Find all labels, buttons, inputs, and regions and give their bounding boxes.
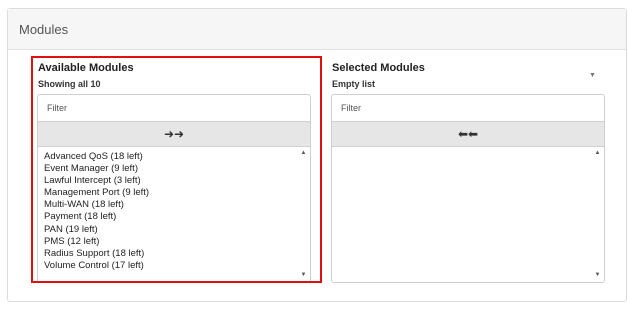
selected-items [332, 147, 604, 151]
scroll-up-icon[interactable]: ▲ [299, 149, 308, 158]
list-item[interactable]: Event Manager (9 left) [44, 163, 310, 175]
double-left-arrow-icon: ⬅⬅ [457, 127, 479, 141]
available-filter-input[interactable] [37, 94, 311, 122]
scroll-down-icon[interactable]: ▼ [593, 271, 602, 280]
list-item[interactable]: Volume Control (17 left) [44, 260, 310, 272]
list-item[interactable]: PMS (12 left) [44, 236, 310, 248]
list-item[interactable]: Advanced QoS (18 left) [44, 151, 310, 163]
list-item[interactable]: Radius Support (18 left) [44, 248, 310, 260]
panel-title: Modules [19, 22, 69, 37]
scroll-down-icon[interactable]: ▼ [299, 271, 308, 280]
double-right-arrow-icon: ➜➜ [163, 127, 185, 141]
available-modules-count: Showing all 10 [38, 79, 101, 89]
move-all-button[interactable]: ➜➜ [37, 122, 311, 147]
list-item[interactable]: Payment (18 left) [44, 211, 310, 223]
available-scrollbar[interactable]: ▲ ▼ [299, 149, 308, 280]
available-modules-title: Available Modules [38, 62, 134, 74]
list-item[interactable]: Multi-WAN (18 left) [44, 199, 310, 211]
list-item[interactable]: Lawful Intercept (3 left) [44, 175, 310, 187]
selected-scrollbar[interactable]: ▲ ▼ [593, 149, 602, 280]
selected-filter-input[interactable] [331, 94, 605, 122]
remove-all-button[interactable]: ⬅⬅ [331, 122, 605, 147]
panel-header: Modules [8, 9, 626, 50]
selected-modules-status: Empty list [332, 79, 376, 89]
list-item[interactable]: Management Port (9 left) [44, 187, 310, 199]
scroll-up-icon[interactable]: ▲ [593, 149, 602, 158]
selected-modules-list[interactable]: ▲ ▼ [331, 147, 605, 283]
available-items: Advanced QoS (18 left) Event Manager (9 l… [38, 147, 310, 272]
available-modules-list[interactable]: Advanced QoS (18 left) Event Manager (9 l… [37, 147, 311, 283]
chevron-down-icon[interactable]: ▼ [589, 72, 596, 79]
list-item[interactable]: PAN (19 left) [44, 224, 310, 236]
selected-modules-title: Selected Modules [332, 62, 425, 74]
